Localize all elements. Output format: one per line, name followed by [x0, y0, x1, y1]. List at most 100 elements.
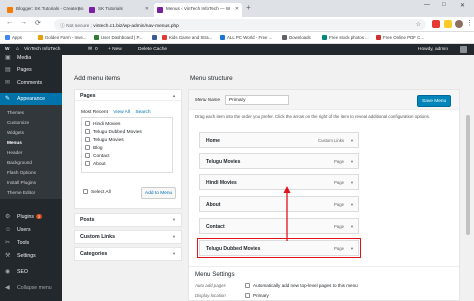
submenu-themes[interactable]: Themes — [0, 108, 62, 118]
auto-add-pages-label: Auto add pages — [195, 283, 226, 288]
bookmark[interactable]: Downloads — [282, 35, 311, 40]
page-scrollbar[interactable] — [466, 115, 470, 235]
extension-icon[interactable] — [444, 20, 452, 28]
pages-panel-header[interactable]: Pages ▲ — [75, 90, 181, 101]
close-tab-icon[interactable]: ✕ — [77, 6, 81, 12]
close-tab-icon[interactable]: ✕ — [145, 6, 149, 12]
minimize-button[interactable]: — — [424, 2, 430, 8]
not-secure-indicator[interactable]: ⓘ Not secure — [60, 24, 89, 29]
expand-arrow-icon[interactable]: ▼ — [350, 159, 354, 164]
menu-item-hindi-movies[interactable]: Hindi Movies Page ▼ — [199, 174, 359, 190]
tab-most-recent[interactable]: Most Recent — [81, 110, 108, 115]
menu-pages[interactable]: ▤ Pages — [0, 64, 62, 76]
collapse-menu-button[interactable]: ◀ Collapse menu — [0, 282, 62, 294]
new-content-link[interactable]: + New — [108, 47, 122, 52]
menu-tools[interactable]: ✂ Tools — [0, 237, 62, 249]
checkbox[interactable] — [85, 129, 90, 134]
menu-item-telugu-movies[interactable]: Telugu Movies Page ▼ — [199, 153, 359, 169]
user-avatar[interactable] — [460, 46, 467, 53]
menu-item-about[interactable]: About Page ▼ — [199, 196, 359, 212]
forward-icon[interactable]: → — [20, 19, 27, 26]
page-checkbox-item[interactable]: Contact — [85, 153, 110, 159]
browser-tab-active[interactable]: Menus ‹ VinTech InfoTech — W ✕ — [154, 3, 242, 17]
new-tab-button[interactable]: + — [246, 3, 251, 12]
expand-arrow-icon[interactable]: ▼ — [350, 138, 354, 143]
delete-cache-link[interactable]: Delete Cache — [138, 47, 167, 52]
submenu-customize[interactable]: Customize — [0, 118, 62, 128]
display-location-checkbox[interactable]: Primary — [245, 293, 269, 298]
page-checkbox-item[interactable]: Blog — [85, 145, 103, 151]
add-to-menu-button[interactable]: Add to Menu — [141, 187, 177, 199]
menu-seo[interactable]: ◉ SEO — [0, 266, 62, 278]
expand-arrow-icon[interactable]: ▼ — [172, 234, 176, 239]
save-menu-button[interactable]: Save Menu — [417, 95, 452, 107]
submenu-theme-editor[interactable]: Theme Editor — [0, 188, 62, 198]
reload-icon[interactable]: ⟳ — [35, 19, 41, 27]
maximize-button[interactable]: □ — [442, 2, 446, 8]
checkbox[interactable] — [85, 161, 90, 166]
back-icon[interactable]: ← — [6, 19, 13, 26]
collapse-arrow-icon[interactable]: ▲ — [172, 93, 176, 98]
expand-arrow-icon[interactable]: ▼ — [350, 224, 354, 229]
menu-comments[interactable]: ✉ Comments — [0, 77, 62, 89]
expand-arrow-icon[interactable]: ▼ — [172, 251, 176, 256]
menu-settings[interactable]: ⚒ Settings — [0, 250, 62, 262]
page-checkbox-item[interactable]: Hindi Movies — [85, 121, 120, 127]
categories-panel[interactable]: Categories ▼ — [74, 247, 182, 261]
page-checkbox-item[interactable]: Telugu Movies — [85, 137, 124, 143]
auto-add-pages-checkbox[interactable]: Automatically add new top-level pages to… — [245, 283, 358, 288]
menu-media[interactable]: ▣ Media — [0, 52, 62, 64]
submenu-flash-options[interactable]: Flash Options — [0, 168, 62, 178]
checkbox[interactable] — [85, 137, 90, 142]
menu-name-input[interactable]: Primary — [225, 95, 289, 105]
posts-panel[interactable]: Posts ▼ — [74, 213, 182, 227]
extension-icon[interactable] — [432, 20, 440, 28]
submenu-background[interactable]: Background — [0, 158, 62, 168]
page-checkbox-item[interactable]: About — [85, 161, 106, 167]
howdy-link[interactable]: Howdy, admin — [418, 47, 448, 52]
checkbox[interactable] — [85, 145, 90, 150]
select-all-checkbox[interactable]: Select All — [83, 189, 111, 195]
bookmark[interactable]: User Dashboard | P... — [94, 35, 143, 40]
bookmark[interactable]: Kids Game and Stra... — [162, 35, 212, 40]
bookmark[interactable]: Free Online PDF C... — [376, 35, 424, 40]
submenu-install-plugins[interactable]: Install Plugins — [0, 178, 62, 188]
menu-item-contact[interactable]: Contact Page ▼ — [199, 218, 359, 234]
browser-tab[interactable]: SK Tutorials ✕ — [86, 3, 152, 17]
expand-arrow-icon[interactable]: ▼ — [350, 180, 354, 185]
submenu-widgets[interactable]: Widgets — [0, 128, 62, 138]
checkbox[interactable] — [83, 189, 88, 194]
comments-icon[interactable]: ✉ — [88, 47, 92, 52]
expand-arrow-icon[interactable]: ▼ — [350, 202, 354, 207]
expand-arrow-icon[interactable]: ▼ — [350, 246, 354, 251]
bookmark[interactable]: ALL PC World - Free ... — [220, 35, 272, 40]
close-window-button[interactable]: ✕ — [460, 2, 465, 9]
menu-users[interactable]: ☺ Users — [0, 224, 62, 236]
checkbox[interactable] — [245, 293, 250, 298]
submenu-menus[interactable]: Menus — [0, 138, 62, 148]
browser-menu-icon[interactable]: ⋮ — [466, 19, 473, 27]
star-icon[interactable]: ☆ — [416, 21, 421, 28]
bookmark[interactable]: Golden Farm - Inve... — [38, 35, 86, 40]
page-checkbox-item[interactable]: Telugu Dubbed Movies — [85, 129, 142, 135]
url-bar[interactable]: ⓘ Not secure | vintech.c1.biz/wp-admin/n… — [54, 19, 426, 30]
custom-links-panel[interactable]: Custom Links ▼ — [74, 230, 182, 244]
expand-arrow-icon[interactable]: ▼ — [172, 217, 176, 222]
menu-item-home[interactable]: Home Custom Links ▼ — [199, 132, 359, 148]
close-tab-icon[interactable]: ✕ — [235, 6, 239, 12]
bookmark-apps[interactable]: Apps — [5, 35, 22, 40]
menu-plugins[interactable]: ⚙ Plugins 2 — [0, 211, 62, 223]
checkbox[interactable] — [85, 121, 90, 126]
tab-search[interactable]: Search — [135, 110, 150, 115]
submenu-header[interactable]: Header — [0, 148, 62, 158]
checkbox[interactable] — [245, 283, 250, 288]
checkbox[interactable] — [85, 153, 90, 158]
site-icon — [157, 6, 163, 13]
comments-count[interactable]: 0 — [95, 47, 98, 52]
menu-appearance[interactable]: ✎ Appearance — [0, 93, 62, 105]
bookmark[interactable]: Free stock photos ... — [322, 35, 369, 40]
tab-view-all[interactable]: View All — [113, 110, 130, 115]
browser-tab[interactable]: Blogger: SK Tutorials - Create po ✕ — [4, 3, 84, 17]
menu-item-telugu-dubbed-movies[interactable]: Telugu Dubbed Movies Page ▼ — [197, 238, 361, 258]
profile-avatar[interactable] — [455, 20, 463, 28]
